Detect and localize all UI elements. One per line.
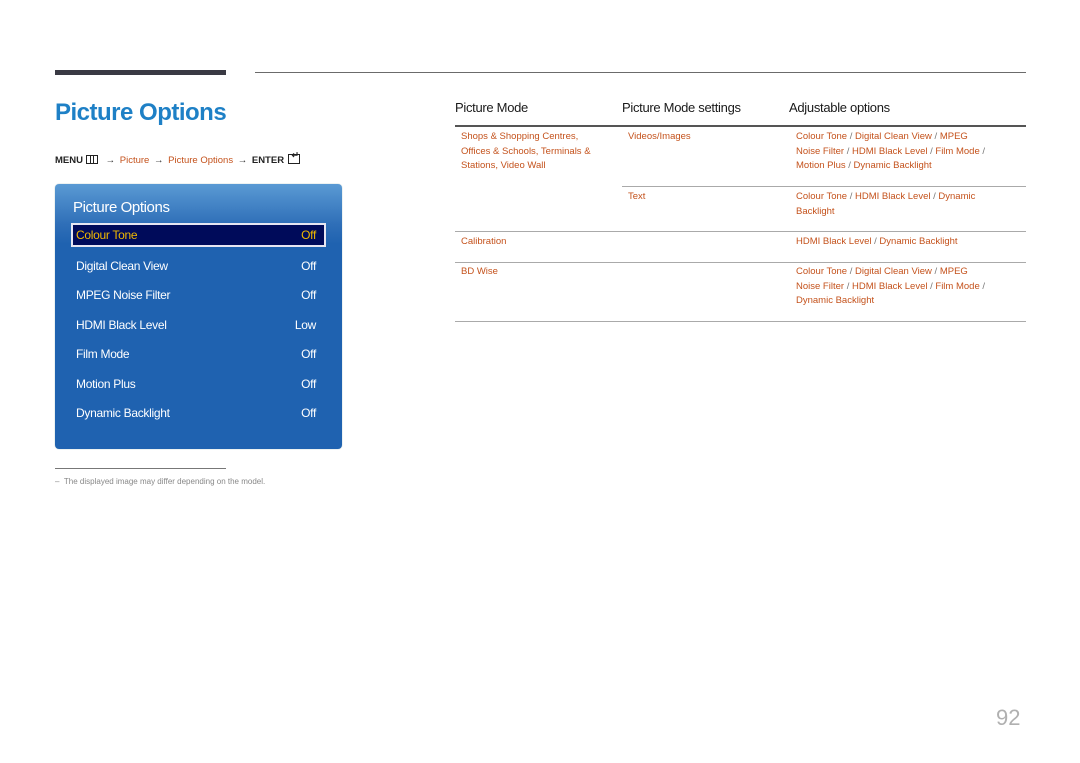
header-picture-mode-settings: Picture Mode settings [622,100,741,115]
options-line: Dynamic Backlight [796,295,875,306]
osd-item-mpeg-noise-filter[interactable]: MPEG Noise Filter Off [71,283,326,307]
options-line: Colour Tone / Digital Clean View / MPEG [796,266,968,277]
header-divider [455,125,1026,127]
breadcrumb: MENU → Picture → Picture Options → ENTER [55,150,301,166]
separator: / [846,280,850,292]
row3-options: HDMI Black Level / Dynamic Backlight [796,236,958,247]
osd-item-label: HDMI Black Level [76,318,167,332]
breadcrumb-picture[interactable]: Picture [120,155,150,166]
row-divider [622,186,1026,187]
options-line: Noise Filter / HDMI Black Level / Film M… [796,280,986,292]
footnote: – The displayed image may differ dependi… [55,477,266,486]
separator: / [849,131,853,142]
osd-item-label: MPEG Noise Filter [76,288,171,302]
separator: / [849,191,853,202]
row3-mode: Calibration [461,236,507,247]
row2-setting: Text [628,191,646,202]
osd-item-value: Off [301,406,316,420]
mode-line: Shops & Shopping Centres, [461,131,579,142]
separator: / [848,160,851,171]
options-line: Colour Tone / Digital Clean View / MPEG [796,131,968,142]
osd-item-label: Colour Tone [76,228,138,242]
osd-item-colour-tone[interactable]: Colour Tone Off [71,223,326,247]
osd-item-value: Off [301,259,316,273]
osd-item-value: Off [301,288,316,302]
breadcrumb-picture-options[interactable]: Picture Options [168,155,233,166]
osd-item-value: Off [301,228,316,242]
enter-icon [288,150,301,164]
row4-mode: BD Wise [461,266,498,277]
options-line: Motion Plus / Dynamic Backlight [796,160,932,171]
arrow-icon: → [153,155,164,166]
osd-item-digital-clean-view[interactable]: Digital Clean View Off [71,254,326,278]
options-line: Noise Filter / HDMI Black Level / Film M… [796,145,986,157]
arrow-icon: → [237,155,248,166]
osd-item-label: Motion Plus [76,377,136,391]
osd-item-value: Off [301,377,316,391]
osd-menu-panel: Picture Options Colour Tone Off Digital … [55,184,342,449]
row4-options: Colour Tone / Digital Clean View / MPEG … [796,265,985,309]
osd-item-label: Digital Clean View [76,259,168,273]
row1-setting: Videos/Images [628,131,691,142]
footnote-divider [55,468,226,469]
header-adjustable-options: Adjustable options [789,100,890,115]
separator: / [874,236,877,247]
separator: / [933,191,936,202]
osd-item-film-mode[interactable]: Film Mode Off [71,342,326,366]
osd-item-dynamic-backlight[interactable]: Dynamic Backlight Off [71,401,326,425]
mode-line: Stations, Video Wall [461,160,546,171]
separator: / [934,131,938,142]
osd-item-label: Dynamic Backlight [76,406,170,420]
menu-grid-icon [85,155,98,164]
row1-mode: Shops & Shopping Centres, Offices & Scho… [461,130,591,174]
breadcrumb-enter: ENTER [251,155,285,166]
header-picture-mode: Picture Mode [455,100,528,115]
separator: / [982,280,986,292]
header-bar-thin [255,72,1026,73]
row-divider [455,262,1026,263]
header-bar-thick [55,70,226,75]
separator: / [934,266,938,277]
osd-item-value: Low [294,318,316,332]
separator: / [846,145,850,157]
separator: / [849,266,853,277]
footnote-text: The displayed image may differ depending… [63,477,266,486]
osd-item-label: Film Mode [76,347,130,361]
separator: / [930,145,933,157]
options-line: Colour Tone / HDMI Black Level / Dynamic [796,191,976,202]
row1-options: Colour Tone / Digital Clean View / MPEG … [796,130,985,174]
osd-item-value: Off [301,347,316,361]
page-number: 92 [996,705,1021,730]
separator: / [982,145,986,157]
page-title: Picture Options [55,99,227,126]
table-bottom-rule [455,321,1026,322]
mode-line: Offices & Schools, Terminals & [461,145,591,157]
row2-options: Colour Tone / HDMI Black Level / Dynamic… [796,190,975,219]
arrow-icon: → [105,155,116,166]
osd-item-hdmi-black-level[interactable]: HDMI Black Level Low [71,313,326,337]
options-line: Backlight [796,205,835,217]
row-divider [455,231,1026,232]
breadcrumb-menu: MENU [55,155,83,166]
osd-title: Picture Options [73,199,170,216]
osd-item-motion-plus[interactable]: Motion Plus Off [71,372,326,396]
separator: / [930,280,933,292]
